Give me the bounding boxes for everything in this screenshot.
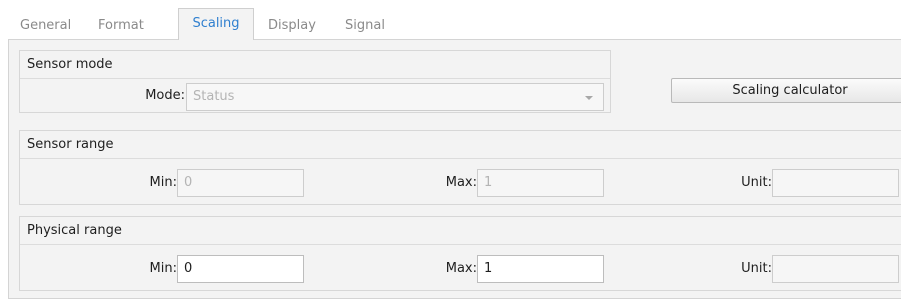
sensor-min-field[interactable]: 0 xyxy=(177,169,304,197)
physical-max-field[interactable]: 1 xyxy=(477,255,604,283)
tab-scaling[interactable]: Scaling xyxy=(178,8,254,40)
mode-value: Status xyxy=(193,89,235,104)
tab-format[interactable]: Format xyxy=(98,12,144,39)
physical-min-field[interactable]: 0 xyxy=(177,255,304,283)
physical-min-label: Min: xyxy=(149,261,177,276)
sensor-unit-label: Unit: xyxy=(741,175,772,190)
physical-max-label: Max: xyxy=(445,261,477,276)
scaling-panel: Sensor mode Mode: Status Scaling calcula… xyxy=(8,39,901,299)
sensor-range-group: Sensor range Min: 0 Max: 1 Unit: xyxy=(19,130,901,205)
sensor-mode-title: Sensor mode xyxy=(20,51,610,79)
sensor-mode-group: Sensor mode Mode: Status xyxy=(19,50,611,113)
physical-range-group: Physical range Min: 0 Max: 1 Unit: xyxy=(19,216,901,291)
chevron-down-icon xyxy=(585,96,593,100)
mode-dropdown[interactable]: Status xyxy=(186,83,604,111)
physical-unit-field[interactable] xyxy=(772,255,899,283)
sensor-max-field[interactable]: 1 xyxy=(477,169,604,197)
physical-range-title: Physical range xyxy=(20,217,901,245)
sensor-min-label: Min: xyxy=(149,175,177,190)
sensor-max-label: Max: xyxy=(445,175,477,190)
physical-unit-label: Unit: xyxy=(741,261,772,276)
sensor-range-title: Sensor range xyxy=(20,131,901,159)
sensor-unit-field[interactable] xyxy=(772,169,899,197)
scaling-calculator-button[interactable]: Scaling calculator xyxy=(671,78,901,103)
tab-general[interactable]: General xyxy=(20,12,71,39)
tab-display[interactable]: Display xyxy=(268,12,316,39)
tab-bar: General Format Scaling Display Signal xyxy=(0,0,901,40)
tab-signal[interactable]: Signal xyxy=(345,12,385,39)
mode-label: Mode: xyxy=(145,88,185,103)
